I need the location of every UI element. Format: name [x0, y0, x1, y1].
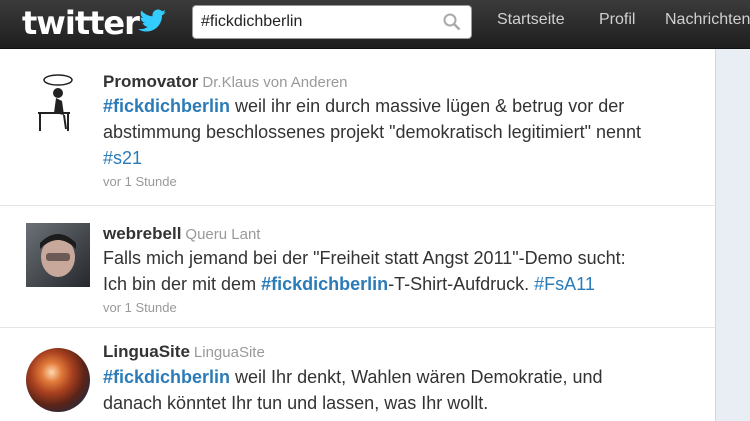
tweet-stream: Promovator Dr.Klaus von Anderen #fickdich… — [0, 49, 715, 421]
search-input[interactable] — [201, 13, 431, 31]
real-name: Dr.Klaus von Anderen — [202, 74, 348, 91]
tweet-text-part: Falls mich jemand bei der "Freiheit stat… — [103, 248, 626, 268]
tweet-text: #fickdichberlin weil ihr ein durch massi… — [103, 93, 703, 171]
screen-name[interactable]: Promovator — [103, 72, 198, 91]
avatar[interactable] — [26, 71, 90, 135]
tweet-text-part: abstimmung beschlossenes projekt "demokr… — [103, 122, 642, 142]
tweet-item: Promovator Dr.Klaus von Anderen #fickdich… — [0, 49, 715, 206]
hashtag-link[interactable]: #fickdichberlin — [103, 96, 230, 116]
hashtag-link[interactable]: #fickdichberlin — [261, 274, 388, 294]
tweet-text-part: -T-Shirt-Aufdruck. — [388, 274, 535, 294]
tweet-timestamp[interactable]: vor 1 Stunde — [103, 300, 177, 315]
nav-profile[interactable]: Profil — [599, 11, 635, 29]
tweet-text-part: danach könntet Ihr tun und lassen, was I… — [103, 393, 489, 413]
screen-name[interactable]: webrebell — [103, 224, 181, 243]
tweet-text-part: weil Ihr denkt, Wahlen wären Demokratie,… — [230, 367, 603, 387]
top-bar: twitter Startseite Profil Nachrichten — [0, 0, 750, 49]
tweet-text-part: weil ihr ein durch massive lügen & betru… — [230, 96, 625, 116]
tweet-item: webrebell Queru Lant Falls mich jemand be… — [0, 205, 715, 328]
nav-messages[interactable]: Nachrichten — [665, 11, 750, 29]
avatar[interactable] — [26, 223, 90, 287]
hashtag-link[interactable]: #fickdichberlin — [103, 367, 230, 387]
nav-home[interactable]: Startseite — [497, 11, 565, 29]
sidebar-panel — [715, 49, 750, 421]
tweet-text: Falls mich jemand bei der "Freiheit stat… — [103, 245, 703, 297]
search-box[interactable] — [192, 5, 472, 39]
screen-name[interactable]: LinguaSite — [103, 342, 190, 361]
real-name: Queru Lant — [185, 226, 261, 243]
tweet-text-part: Ich bin der mit dem — [103, 274, 262, 294]
hashtag-link[interactable]: #FsA11 — [534, 274, 595, 294]
search-icon[interactable] — [443, 13, 461, 31]
tweet-header: webrebell Queru Lant — [103, 224, 260, 245]
bird-icon — [138, 9, 166, 32]
tweet-header: Promovator Dr.Klaus von Anderen — [103, 72, 348, 93]
tweet-header: LinguaSite LinguaSite — [103, 342, 265, 363]
real-name: LinguaSite — [193, 344, 265, 361]
tweet-item: LinguaSite LinguaSite #fickdichberlin wei… — [0, 327, 715, 421]
twitter-logo[interactable]: twitter — [22, 4, 140, 42]
tweet-text: #fickdichberlin weil Ihr denkt, Wahlen w… — [103, 364, 703, 416]
hashtag-link[interactable]: #s21 — [103, 148, 142, 168]
tweet-timestamp[interactable]: vor 1 Stunde — [103, 174, 177, 189]
avatar[interactable] — [26, 348, 90, 412]
